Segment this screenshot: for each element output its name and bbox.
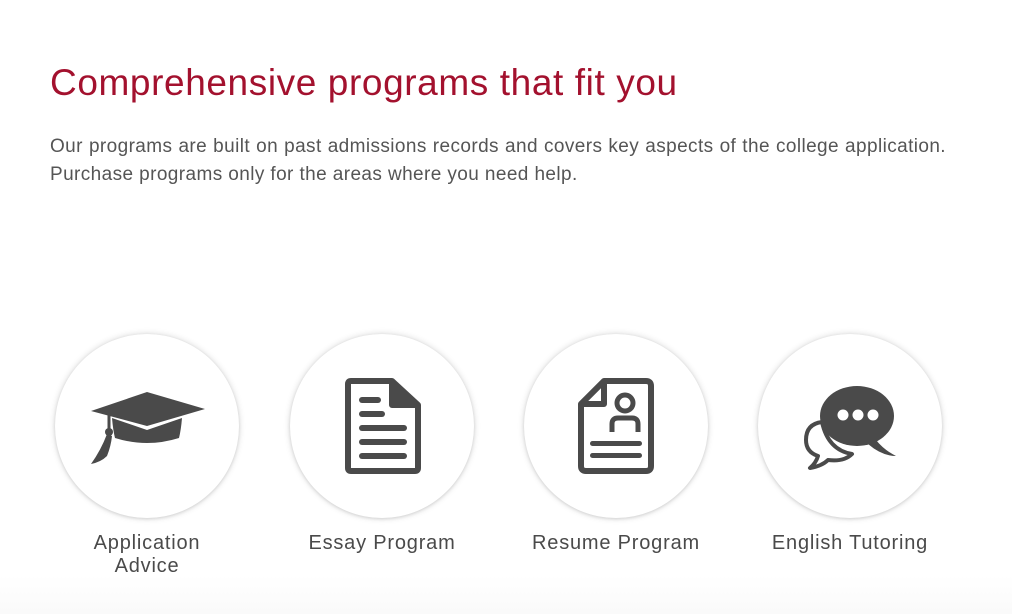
programs-section: Comprehensive programs that fit you Our … [0,0,1012,614]
graduation-cap-icon [91,392,205,464]
resume-icon [578,378,654,474]
program-english-tutoring[interactable]: English Tutoring [730,332,970,582]
program-essay[interactable]: Essay Program [262,332,502,582]
program-icon-circle[interactable] [758,334,942,518]
section-title: Comprehensive programs that fit you [50,62,678,103]
chat-bubbles-icon [804,386,896,470]
program-list: Application Advice Essay Program Resume … [0,332,1012,592]
document-icon [345,378,421,474]
program-application-advice[interactable]: Application Advice [27,332,267,582]
program-label: Essay Program [308,532,456,554]
program-icon-circle[interactable] [290,334,474,518]
program-icon-circle[interactable] [524,334,708,518]
program-icon-circle[interactable] [55,334,239,518]
program-label: English Tutoring [771,532,929,554]
section-description: Our programs are built on past admission… [50,136,946,185]
program-label: Application Advice [93,532,201,577]
program-label: Resume Program [532,532,700,554]
program-resume[interactable]: Resume Program [496,332,736,582]
